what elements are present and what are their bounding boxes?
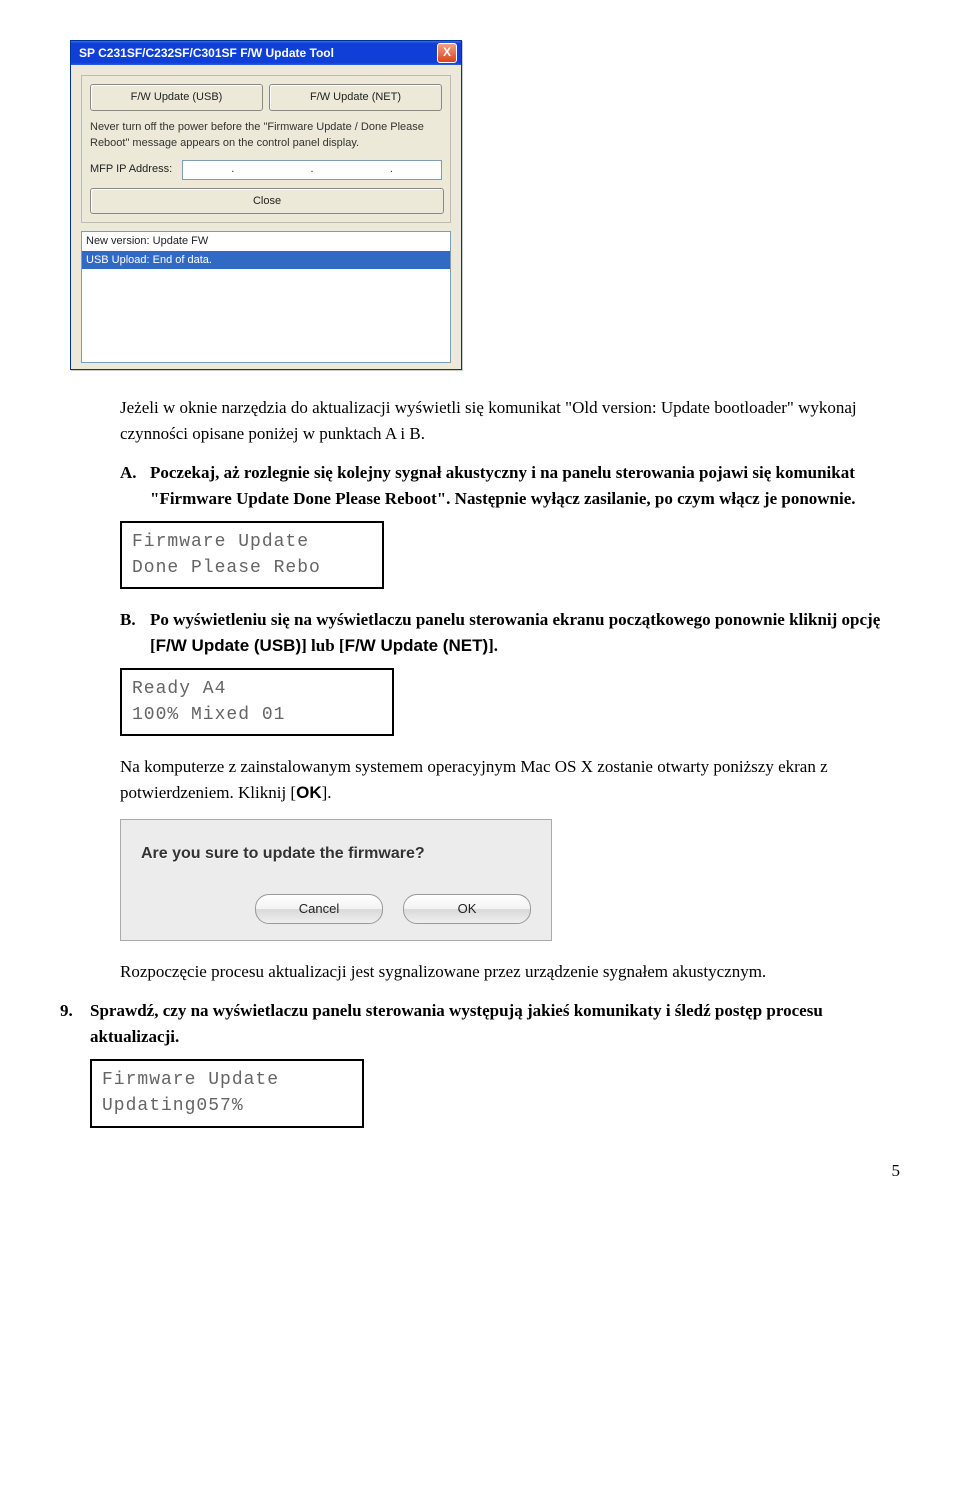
mac-dialog-title: Are you sure to update the firmware? [141, 842, 531, 866]
mac-confirm-paragraph: Na komputerze z zainstalowanym systemem … [120, 754, 900, 805]
ok-button[interactable]: OK [403, 894, 531, 924]
update-tool-window: SP C231SF/C232SF/C301SF F/W Update Tool … [70, 40, 462, 370]
step-b-option-usb: F/W Update (USB) [156, 636, 301, 655]
step-b-joiner: ] lub [ [301, 636, 344, 655]
step-a-message: "Firmware Update Done Please Reboot" [150, 489, 446, 508]
lcd-display-ready: Ready A4 100% Mixed 01 [120, 668, 394, 736]
step-b-marker: B. [120, 607, 150, 658]
lcd-line: Ready A4 [132, 676, 382, 702]
ip-address-input[interactable]: . . . [182, 160, 442, 180]
lcd-line: 100% Mixed 01 [132, 702, 382, 728]
step-9: 9. Sprawdź, czy na wyświetlaczu panelu s… [60, 998, 900, 1049]
ip-address-label: MFP IP Address: [90, 161, 172, 178]
step-a: A. Poczekaj, aż rozlegnie się kolejny sy… [120, 460, 900, 511]
page-number: 5 [60, 1158, 900, 1184]
ok-inline-label: OK [296, 783, 322, 802]
fw-update-net-button[interactable]: F/W Update (NET) [269, 84, 442, 111]
ip-dot: . [231, 161, 234, 178]
lcd-line: Firmware Update [132, 529, 372, 555]
window-titlebar: SP C231SF/C232SF/C301SF F/W Update Tool … [71, 41, 461, 65]
ip-dot: . [390, 161, 393, 178]
window-title: SP C231SF/C232SF/C301SF F/W Update Tool [79, 44, 334, 62]
close-button[interactable]: Close [90, 188, 444, 215]
step-a-text: Poczekaj, aż rozlegnie się kolejny sygna… [150, 460, 900, 511]
step-a-suffix: . Następnie wyłącz zasilanie, po czym wł… [446, 489, 855, 508]
lcd-line: Done Please Rebo [132, 555, 372, 581]
mac-confirm-dialog: Are you sure to update the firmware? Can… [120, 819, 552, 941]
step-b-text: Po wyświetleniu się na wyświetlaczu pane… [150, 607, 900, 658]
acoustic-signal-paragraph: Rozpoczęcie procesu aktualizacji jest sy… [120, 959, 900, 985]
list-item: New version: Update FW [82, 232, 450, 251]
step-9-marker: 9. [60, 998, 90, 1049]
cancel-button[interactable]: Cancel [255, 894, 383, 924]
step-a-prefix: Poczekaj, aż rozlegnie się kolejny sygna… [150, 463, 855, 482]
log-listbox[interactable]: New version: Update FW USB Upload: End o… [81, 231, 451, 363]
step-9-text: Sprawdź, czy na wyświetlaczu panelu ster… [90, 998, 900, 1049]
window-body: F/W Update (USB) F/W Update (NET) Never … [71, 65, 461, 369]
lcd-line: Firmware Update [102, 1067, 352, 1093]
mac-para-prefix: Na komputerze z zainstalowanym systemem … [120, 757, 828, 802]
intro-paragraph: Jeżeli w oknie narzędzia do aktualizacji… [120, 395, 900, 446]
step-b-suffix: ]. [488, 636, 498, 655]
fw-update-usb-button[interactable]: F/W Update (USB) [90, 84, 263, 111]
upper-group: F/W Update (USB) F/W Update (NET) Never … [81, 75, 451, 223]
step-b-option-net: F/W Update (NET) [345, 636, 489, 655]
step-b: B. Po wyświetleniu się na wyświetlaczu p… [120, 607, 900, 658]
step-a-marker: A. [120, 460, 150, 511]
lcd-display-updating: Firmware Update Updating057% [90, 1059, 364, 1127]
lcd-line: Updating057% [102, 1093, 352, 1119]
list-item-selected: USB Upload: End of data. [82, 251, 450, 270]
lcd-display-reboot: Firmware Update Done Please Rebo [120, 521, 384, 589]
power-warning-text: Never turn off the power before the "Fir… [90, 119, 442, 152]
mac-para-suffix: ]. [322, 783, 332, 802]
ip-dot: . [311, 161, 314, 178]
close-icon[interactable]: X [437, 43, 457, 63]
